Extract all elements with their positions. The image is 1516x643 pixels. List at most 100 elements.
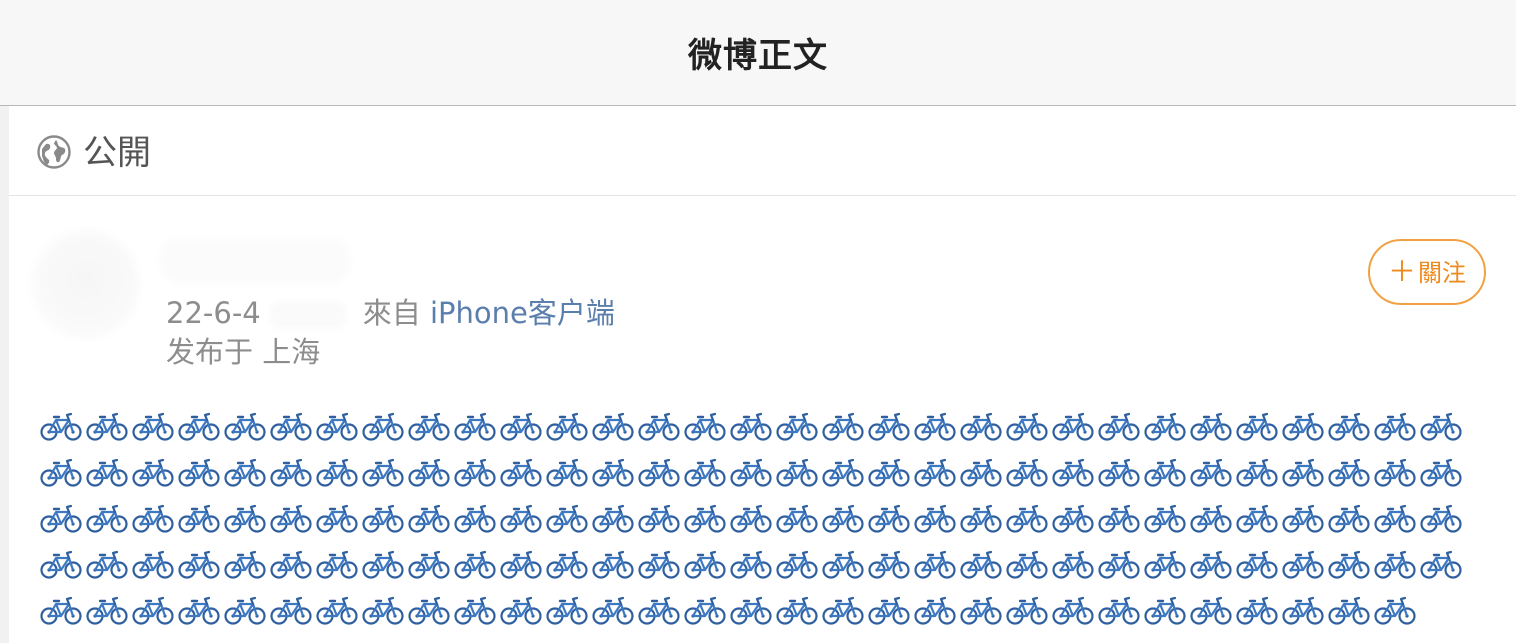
bicycle-emoji bbox=[1144, 596, 1186, 625]
bicycle-emoji bbox=[224, 458, 266, 487]
bicycle-emoji bbox=[1006, 458, 1048, 487]
post-meta-line: 22-6-4 來自 iPhone客户端 bbox=[166, 293, 615, 333]
bicycle-emoji bbox=[868, 504, 910, 533]
page-title: 微博正文 bbox=[688, 36, 828, 76]
follow-button[interactable]: ＋關注 bbox=[1368, 239, 1486, 305]
bicycle-emoji bbox=[822, 412, 864, 441]
bicycle-emoji bbox=[40, 412, 82, 441]
bicycle-emoji bbox=[1374, 412, 1416, 441]
bicycle-emoji bbox=[1006, 596, 1048, 625]
bicycle-emoji bbox=[40, 458, 82, 487]
bicycle-emoji bbox=[638, 596, 680, 625]
bicycle-emoji bbox=[40, 596, 82, 625]
bicycle-emoji bbox=[224, 550, 266, 579]
bicycle-emoji bbox=[1006, 504, 1048, 533]
bicycle-emoji bbox=[224, 596, 266, 625]
bicycle-emoji bbox=[454, 458, 496, 487]
bicycle-emoji bbox=[1420, 504, 1462, 533]
bicycle-emoji bbox=[730, 412, 772, 441]
bicycle-emoji bbox=[362, 596, 404, 625]
bicycle-emoji bbox=[86, 550, 128, 579]
bicycle-emoji bbox=[638, 504, 680, 533]
bicycle-emoji bbox=[914, 504, 956, 533]
bicycle-emoji bbox=[822, 458, 864, 487]
bicycle-emoji bbox=[730, 458, 772, 487]
bicycle-emoji bbox=[822, 550, 864, 579]
bicycle-emoji bbox=[316, 504, 358, 533]
bicycle-emoji bbox=[776, 550, 818, 579]
bicycle-emoji bbox=[1098, 550, 1140, 579]
bicycle-emoji bbox=[730, 596, 772, 625]
bicycle-emoji bbox=[914, 412, 956, 441]
bicycle-emoji bbox=[132, 550, 174, 579]
bicycle-emoji bbox=[776, 412, 818, 441]
post-date: 22-6-4 bbox=[166, 296, 261, 330]
bicycle-emoji bbox=[1328, 596, 1370, 625]
bicycle-emoji bbox=[868, 412, 910, 441]
bicycle-emoji bbox=[776, 596, 818, 625]
bicycle-emoji bbox=[1420, 412, 1462, 441]
post-time-redacted bbox=[272, 304, 343, 326]
bicycle-emoji bbox=[270, 550, 312, 579]
bicycle-emoji bbox=[178, 596, 220, 625]
bicycle-emoji bbox=[822, 596, 864, 625]
bicycle-emoji bbox=[1374, 458, 1416, 487]
bicycle-emoji bbox=[684, 504, 726, 533]
bicycle-emoji bbox=[1190, 596, 1232, 625]
bicycle-emoji bbox=[1006, 550, 1048, 579]
bicycle-emoji bbox=[178, 412, 220, 441]
bicycle-emoji bbox=[500, 550, 542, 579]
username-redacted[interactable] bbox=[166, 244, 344, 278]
bicycle-emoji bbox=[1190, 550, 1232, 579]
plus-icon: ＋ bbox=[1387, 255, 1416, 288]
bicycle-emoji bbox=[730, 550, 772, 579]
bicycle-emoji bbox=[684, 550, 726, 579]
visibility-row[interactable]: 公開 bbox=[9, 106, 1516, 196]
bicycle-emoji bbox=[1328, 550, 1370, 579]
source-prefix: 來自 bbox=[362, 296, 421, 330]
bicycle-emoji bbox=[960, 504, 1002, 533]
avatar[interactable] bbox=[38, 236, 134, 332]
bicycle-emoji bbox=[1236, 458, 1278, 487]
bicycle-emoji bbox=[1144, 550, 1186, 579]
bicycle-emoji bbox=[868, 550, 910, 579]
bicycle-emoji bbox=[1144, 504, 1186, 533]
bicycle-emoji bbox=[1282, 550, 1324, 579]
bicycle-emoji bbox=[914, 596, 956, 625]
bicycle-emoji bbox=[1052, 458, 1094, 487]
bicycle-emoji bbox=[178, 504, 220, 533]
bicycle-emoji bbox=[408, 412, 450, 441]
bicycle-emoji bbox=[546, 596, 588, 625]
bicycle-emoji bbox=[270, 504, 312, 533]
bicycle-emoji bbox=[408, 504, 450, 533]
bicycle-emoji bbox=[178, 550, 220, 579]
bicycle-emoji bbox=[270, 596, 312, 625]
bicycle-emoji bbox=[362, 504, 404, 533]
bicycle-emoji bbox=[1052, 412, 1094, 441]
bicycle-emoji bbox=[454, 596, 496, 625]
bicycle-emoji bbox=[1236, 412, 1278, 441]
bicycle-emoji bbox=[684, 596, 726, 625]
source-app-link[interactable]: iPhone客户端 bbox=[430, 296, 615, 330]
bicycle-emoji bbox=[592, 412, 634, 441]
bicycle-emoji bbox=[1282, 504, 1324, 533]
bicycle-emoji bbox=[408, 458, 450, 487]
bicycle-emoji bbox=[960, 550, 1002, 579]
emoji-row bbox=[40, 540, 1480, 586]
bicycle-emoji bbox=[638, 550, 680, 579]
bicycle-emoji bbox=[1190, 412, 1232, 441]
bicycle-emoji bbox=[224, 412, 266, 441]
bicycle-emoji bbox=[86, 504, 128, 533]
bicycle-emoji bbox=[316, 412, 358, 441]
bicycle-emoji bbox=[454, 412, 496, 441]
bicycle-emoji bbox=[316, 596, 358, 625]
bicycle-emoji bbox=[500, 596, 542, 625]
bicycle-emoji bbox=[40, 504, 82, 533]
bicycle-emoji bbox=[1052, 504, 1094, 533]
bicycle-emoji bbox=[1328, 412, 1370, 441]
emoji-row bbox=[40, 494, 1480, 540]
bicycle-emoji bbox=[86, 596, 128, 625]
bicycle-emoji bbox=[500, 458, 542, 487]
bicycle-emoji bbox=[270, 458, 312, 487]
bicycle-emoji bbox=[638, 412, 680, 441]
